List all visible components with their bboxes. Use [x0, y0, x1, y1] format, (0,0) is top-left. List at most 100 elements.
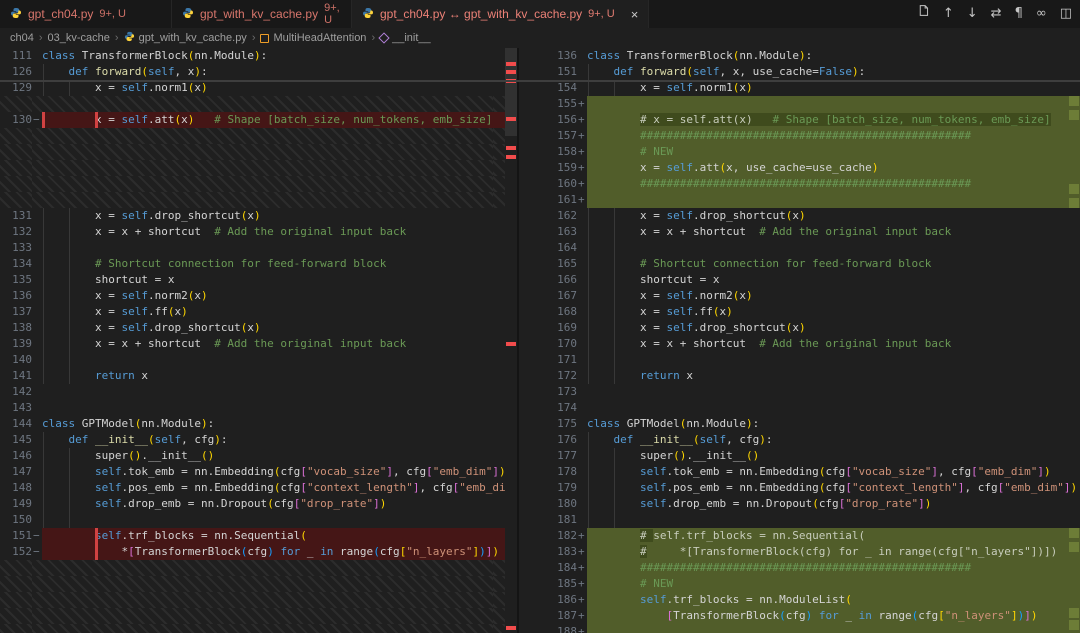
code-text[interactable]: # Shortcut connection for feed-forward b… — [587, 256, 1080, 272]
code-text[interactable]: x = self.att(x, use_cache=use_cache) — [587, 160, 1080, 176]
code-text[interactable] — [587, 384, 1080, 400]
line-number[interactable]: 173 — [519, 384, 577, 400]
code-line[interactable]: 180 self.drop_emb = nn.Dropout(cfg["drop… — [519, 496, 1080, 512]
line-number[interactable]: 158 — [519, 144, 577, 160]
code-line[interactable]: 157+ ###################################… — [519, 128, 1080, 144]
code-text[interactable]: *[TransformerBlock(cfg) for _ in range(c… — [42, 544, 505, 560]
line-number[interactable]: 151 — [0, 528, 32, 544]
code-line[interactable]: 168 x = self.ff(x) — [519, 304, 1080, 320]
line-number[interactable]: 186 — [519, 592, 577, 608]
code-line[interactable]: 145 def __init__(self, cfg): — [0, 432, 517, 448]
tab-diff-gpt-ch04-vs-kv-cache[interactable]: gpt_ch04.py ↔ gpt_with_kv_cache.py 9+, U… — [352, 0, 649, 28]
overview-ruler-right[interactable] — [1068, 48, 1080, 633]
line-number[interactable]: 160 — [519, 176, 577, 192]
line-number[interactable]: 169 — [519, 320, 577, 336]
code-line[interactable]: 136 x = self.norm2(x) — [0, 288, 517, 304]
code-text[interactable]: # self.trf_blocks = nn.Sequential( — [587, 528, 1080, 544]
breadcrumb-item--init-[interactable]: __init__ — [380, 32, 431, 44]
code-text[interactable]: super().__init__() — [42, 448, 505, 464]
line-number[interactable]: 167 — [519, 288, 577, 304]
line-number[interactable]: 131 — [0, 208, 32, 224]
code-text[interactable]: x = self.drop_shortcut(x) — [42, 208, 505, 224]
code-line[interactable]: 134 # Shortcut connection for feed-forwa… — [0, 256, 517, 272]
code-text[interactable]: self.drop_emb = nn.Dropout(cfg["drop_rat… — [42, 496, 505, 512]
line-number[interactable]: 143 — [0, 400, 32, 416]
code-line[interactable]: 156+ # x = self.att(x) # Shape [batch_si… — [519, 112, 1080, 128]
breadcrumb-item-ch04[interactable]: ch04 — [10, 32, 34, 44]
code-text[interactable] — [42, 400, 505, 416]
code-line[interactable]: 144class GPTModel(nn.Module): — [0, 416, 517, 432]
code-text[interactable] — [587, 352, 1080, 368]
line-number[interactable]: 139 — [0, 336, 32, 352]
code-text[interactable]: [TransformerBlock(cfg) for _ in range(cf… — [587, 608, 1080, 624]
line-number[interactable]: 133 — [0, 240, 32, 256]
code-text[interactable] — [42, 512, 505, 528]
code-line[interactable]: 152− *[TransformerBlock(cfg) for _ in ra… — [0, 544, 517, 560]
line-number[interactable]: 157 — [519, 128, 577, 144]
code-line[interactable]: 171 — [519, 352, 1080, 368]
code-text[interactable]: self.trf_blocks = nn.ModuleList( — [587, 592, 1080, 608]
code-text[interactable]: ########################################… — [587, 176, 1080, 192]
code-line[interactable]: 139 x = x + shortcut # Add the original … — [0, 336, 517, 352]
code-text[interactable]: x = self.ff(x) — [587, 304, 1080, 320]
code-line[interactable]: 147 self.tok_emb = nn.Embedding(cfg["voc… — [0, 464, 517, 480]
code-text[interactable]: self.pos_emb = nn.Embedding(cfg["context… — [587, 480, 1080, 496]
line-number[interactable]: 111 — [0, 48, 32, 64]
code-line[interactable]: 170 x = x + shortcut # Add the original … — [519, 336, 1080, 352]
code-line[interactable]: 132 x = x + shortcut # Add the original … — [0, 224, 517, 240]
code-text[interactable]: x = x + shortcut # Add the original inpu… — [42, 224, 505, 240]
line-number[interactable]: 178 — [519, 464, 577, 480]
line-number[interactable]: 152 — [0, 544, 32, 560]
code-text[interactable]: x = self.norm1(x) — [42, 80, 505, 96]
line-number[interactable]: 183 — [519, 544, 577, 560]
line-number[interactable]: 188 — [519, 624, 577, 633]
line-number[interactable]: 159 — [519, 160, 577, 176]
code-line[interactable]: 169 x = self.drop_shortcut(x) — [519, 320, 1080, 336]
code-line[interactable]: 162 x = self.drop_shortcut(x) — [519, 208, 1080, 224]
swap-sides-icon[interactable]: ⇄ — [991, 0, 1002, 28]
code-line[interactable]: 130− x = self.att(x) # Shape [batch_size… — [0, 112, 517, 128]
line-number[interactable]: 155 — [519, 96, 577, 112]
line-number[interactable]: 171 — [519, 352, 577, 368]
line-number[interactable]: 185 — [519, 576, 577, 592]
code-line[interactable]: 148 self.pos_emb = nn.Embedding(cfg["con… — [0, 480, 517, 496]
code-text[interactable] — [587, 96, 1080, 112]
line-number[interactable]: 145 — [0, 432, 32, 448]
code-line[interactable]: 131 x = self.drop_shortcut(x) — [0, 208, 517, 224]
line-number[interactable]: 187 — [519, 608, 577, 624]
code-line[interactable]: 172 return x — [519, 368, 1080, 384]
tab-gpt-with-kv-cache[interactable]: gpt_with_kv_cache.py 9+, U — [172, 0, 352, 28]
line-number[interactable]: 141 — [0, 368, 32, 384]
toggle-whitespace-icon[interactable]: ¶ — [1015, 0, 1023, 28]
line-number[interactable]: 176 — [519, 432, 577, 448]
code-text[interactable]: # x = self.att(x) # Shape [batch_size, n… — [587, 112, 1080, 128]
code-line[interactable]: 129 x = self.norm1(x) — [0, 80, 517, 96]
code-text[interactable]: shortcut = x — [587, 272, 1080, 288]
line-number[interactable]: 182 — [519, 528, 577, 544]
breadcrumb-item-gpt-with-kv-cache-py[interactable]: gpt_with_kv_cache.py — [124, 31, 247, 45]
line-number[interactable]: 162 — [519, 208, 577, 224]
line-number[interactable]: 126 — [0, 64, 32, 80]
line-number[interactable]: 164 — [519, 240, 577, 256]
line-number[interactable]: 147 — [0, 464, 32, 480]
code-text[interactable]: # NEW — [587, 144, 1080, 160]
line-number[interactable]: 129 — [0, 80, 32, 96]
code-text[interactable] — [587, 192, 1080, 208]
line-number[interactable]: 132 — [0, 224, 32, 240]
code-text[interactable]: x = self.drop_shortcut(x) — [42, 320, 505, 336]
line-number[interactable]: 130 — [0, 112, 32, 128]
code-line[interactable]: 150 — [0, 512, 517, 528]
line-number[interactable]: 163 — [519, 224, 577, 240]
line-number[interactable]: 136 — [0, 288, 32, 304]
line-number[interactable]: 170 — [519, 336, 577, 352]
code-text[interactable]: x = self.att(x) # Shape [batch_size, num… — [42, 112, 505, 128]
line-number[interactable]: 154 — [519, 80, 577, 96]
close-icon[interactable]: × — [631, 7, 639, 22]
line-number[interactable]: 180 — [519, 496, 577, 512]
code-line[interactable]: 167 x = self.norm2(x) — [519, 288, 1080, 304]
code-text[interactable] — [587, 240, 1080, 256]
next-change-icon[interactable]: ↓ — [967, 0, 978, 28]
code-text[interactable]: def __init__(self, cfg): — [587, 432, 1080, 448]
line-number[interactable]: 144 — [0, 416, 32, 432]
code-line[interactable]: 179 self.pos_emb = nn.Embedding(cfg["con… — [519, 480, 1080, 496]
